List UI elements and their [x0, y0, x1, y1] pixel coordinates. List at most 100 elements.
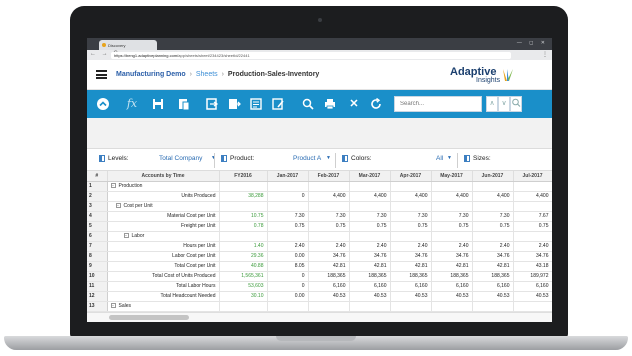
value-cell[interactable]: 0	[267, 271, 309, 282]
value-cell[interactable]: 0.75	[308, 221, 350, 232]
value-cell[interactable]: 4,400	[390, 191, 432, 202]
table-row[interactable]: 6− Labor	[87, 231, 552, 242]
value-cell[interactable]: 4,400	[349, 191, 391, 202]
col-header[interactable]: Accounts by Time	[107, 171, 220, 182]
collapse-toggle-icon[interactable]: −	[115, 203, 121, 209]
value-cell[interactable]: 42.81	[308, 261, 350, 272]
value-cell[interactable]: 6,160	[390, 281, 432, 292]
value-cell[interactable]: 8.05	[267, 261, 309, 272]
value-cell[interactable]: 4,400	[513, 191, 552, 202]
value-cell[interactable]: 2.40	[267, 241, 309, 252]
value-cell[interactable]	[267, 201, 309, 212]
value-cell[interactable]: 40.53	[390, 291, 432, 302]
search-prev-button[interactable]: ∧	[486, 96, 498, 112]
value-cell[interactable]: 34.76	[349, 251, 391, 262]
value-cell[interactable]: 7.30	[472, 211, 514, 222]
table-row[interactable]: 9 Total Cost per Unit 40.88 8.05 42.81 42.81 4…	[87, 261, 552, 272]
value-cell[interactable]	[308, 301, 350, 312]
value-cell[interactable]	[219, 231, 268, 242]
value-cell[interactable]	[472, 181, 514, 192]
value-cell[interactable]	[219, 181, 268, 192]
value-cell[interactable]: 188,365	[349, 271, 391, 282]
value-cell[interactable]: 0.00	[267, 291, 309, 302]
value-cell[interactable]	[349, 181, 391, 192]
value-cell[interactable]	[267, 181, 309, 192]
value-cell[interactable]	[219, 301, 268, 312]
edit-icon[interactable]	[271, 97, 285, 111]
collapse-toggle-icon[interactable]: −	[110, 183, 116, 189]
value-cell[interactable]: 7.30	[267, 211, 309, 222]
col-header-rownum[interactable]: #	[87, 171, 108, 182]
value-cell[interactable]: 0.75	[390, 221, 432, 232]
value-cell[interactable]: 6,160	[431, 281, 473, 292]
window-controls[interactable]: — ◻ ✕	[517, 40, 548, 46]
value-cell[interactable]	[349, 301, 391, 312]
col-header[interactable]: Feb-2017	[308, 171, 350, 182]
paste-icon[interactable]	[177, 97, 191, 111]
value-cell[interactable]: 6,160	[308, 281, 350, 292]
col-header[interactable]: FY2016	[219, 171, 268, 182]
value-cell[interactable]: 7.30	[390, 211, 432, 222]
value-cell[interactable]	[308, 231, 350, 242]
table-row[interactable]: 7 Hours per Unit 1.40 2.40 2.40 2.40 2.40 2.40 2…	[87, 241, 552, 252]
value-cell[interactable]	[267, 301, 309, 312]
value-cell[interactable]	[267, 231, 309, 242]
account-cell[interactable]: − Production	[107, 181, 220, 192]
collapse-icon[interactable]	[96, 97, 110, 111]
value-cell[interactable]: 34.76	[431, 251, 473, 262]
levels-selector[interactable]: Levels: Total Company ▼	[99, 155, 217, 167]
value-cell[interactable]: 1.40	[219, 241, 268, 252]
value-cell[interactable]: 34.76	[308, 251, 350, 262]
value-cell[interactable]	[308, 181, 350, 192]
value-cell[interactable]	[513, 181, 552, 192]
refresh-icon[interactable]	[369, 97, 383, 111]
value-cell[interactable]	[390, 231, 432, 242]
value-cell[interactable]: 29.36	[219, 251, 268, 262]
search-submit-icon[interactable]	[510, 96, 522, 112]
table-row[interactable]: 11 Total Labor Hours 53,603 0 6,160 6,160 6,16…	[87, 281, 552, 292]
value-cell[interactable]: 0.75	[349, 221, 391, 232]
col-header[interactable]: Mar-2017	[349, 171, 391, 182]
account-cell[interactable]: Units Produced	[107, 191, 220, 202]
value-cell[interactable]	[431, 181, 473, 192]
hamburger-menu-icon[interactable]	[96, 70, 107, 79]
value-cell[interactable]: 2.40	[472, 241, 514, 252]
browser-tab[interactable]: Discovery	[99, 40, 157, 50]
value-cell[interactable]: 0.75	[431, 221, 473, 232]
account-cell[interactable]: − Cost per Unit	[107, 201, 220, 212]
value-cell[interactable]	[349, 231, 391, 242]
value-cell[interactable]: 42.81	[390, 261, 432, 272]
value-cell[interactable]: 0.75	[267, 221, 309, 232]
table-row[interactable]: 13− Sales	[87, 301, 552, 312]
formula-icon[interactable]: fx	[125, 97, 139, 111]
value-cell[interactable]: 34.76	[472, 251, 514, 262]
table-row[interactable]: 1− Production	[87, 181, 552, 192]
url-field[interactable]: https://beng1.adaptiveplanning.com/app/s…	[111, 52, 511, 59]
account-cell[interactable]: Freight per Unit	[107, 221, 220, 232]
value-cell[interactable]: 0.78	[219, 221, 268, 232]
account-cell[interactable]: Labor Cost per Unit	[107, 251, 220, 262]
value-cell[interactable]: 188,365	[308, 271, 350, 282]
value-cell[interactable]	[431, 201, 473, 212]
account-cell[interactable]: Total Headcount Needed	[107, 291, 220, 302]
col-header[interactable]: Jul-2017	[513, 171, 552, 182]
scrollbar-thumb[interactable]	[109, 315, 189, 320]
value-cell[interactable]: 43.18	[513, 261, 552, 272]
value-cell[interactable]: 7.30	[349, 211, 391, 222]
account-cell[interactable]: Hours per Unit	[107, 241, 220, 252]
breadcrumb-sheets[interactable]: Sheets	[196, 71, 218, 78]
value-cell[interactable]	[390, 201, 432, 212]
table-row[interactable]: 2 Units Produced 38,288 0 4,400 4,400 4,400 4,4…	[87, 191, 552, 202]
value-cell[interactable]: 42.81	[431, 261, 473, 272]
col-header[interactable]: May-2017	[431, 171, 473, 182]
collapse-toggle-icon[interactable]: −	[110, 303, 116, 309]
search-input[interactable]	[394, 96, 482, 112]
sizes-selector[interactable]: Sizes:	[464, 155, 544, 167]
import-icon[interactable]	[205, 97, 219, 111]
value-cell[interactable]: 34.76	[390, 251, 432, 262]
value-cell[interactable]: 34.76	[513, 251, 552, 262]
horizontal-scrollbar[interactable]	[87, 312, 552, 322]
col-header[interactable]: Jun-2017	[472, 171, 514, 182]
value-cell[interactable]: 6,160	[513, 281, 552, 292]
value-cell[interactable]: 188,365	[431, 271, 473, 282]
